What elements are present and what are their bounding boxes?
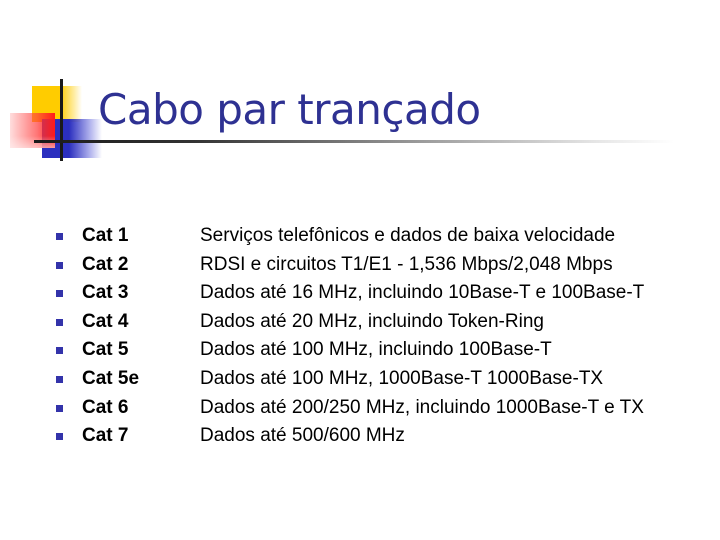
category-label: Cat 3: [82, 282, 129, 304]
list-item: Cat 5e Dados até 100 MHz, 1000Base-T 100…: [0, 365, 720, 394]
square-bullet-icon: [56, 375, 63, 383]
list-item: Cat 6 Dados até 200/250 MHz, incluindo 1…: [0, 394, 720, 423]
category-description: Dados até 200/250 MHz, incluindo 1000Bas…: [200, 396, 644, 418]
square-bullet-icon: [56, 233, 63, 240]
vertical-line-decoration: [60, 79, 63, 161]
list-item: Cat 5 Dados até 100 MHz, incluindo 100Ba…: [0, 336, 720, 365]
cable-category-list: Cat 1 Serviços telefônicos e dados de ba…: [0, 222, 720, 451]
title-underline-divider: [34, 140, 674, 143]
category-description: Dados até 20 MHz, incluindo Token-Ring: [200, 310, 544, 332]
category-label: Cat 4: [82, 310, 129, 332]
square-bullet-icon: [56, 290, 63, 298]
category-description: Serviços telefônicos e dados de baixa ve…: [200, 225, 616, 246]
category-description: Dados até 500/600 MHz: [200, 425, 405, 447]
category-description: Dados até 100 MHz, 1000Base-T 1000Base-T…: [200, 367, 604, 389]
category-label: Cat 5e: [82, 367, 140, 389]
list-item: Cat 7 Dados até 500/600 MHz: [0, 422, 720, 451]
square-bullet-icon: [56, 404, 63, 412]
category-description: RDSI e circuitos T1/E1 - 1,536 Mbps/2,04…: [200, 253, 613, 275]
list-item: Cat 4 Dados até 20 MHz, incluindo Token-…: [0, 308, 720, 337]
slide-title: Cabo par trançado: [98, 85, 481, 134]
category-description: Dados até 100 MHz, incluindo 100Base-T: [200, 339, 552, 361]
category-label: Cat 6: [82, 396, 129, 418]
category-description: Dados até 16 MHz, incluindo 10Base-T e 1…: [200, 282, 645, 304]
list-item: Cat 3 Dados até 16 MHz, incluindo 10Base…: [0, 279, 720, 308]
category-label: Cat 7: [82, 425, 129, 447]
category-label: Cat 2: [82, 253, 129, 275]
square-bullet-icon: [56, 433, 63, 441]
category-label: Cat 1: [82, 225, 129, 246]
square-bullet-icon: [56, 347, 63, 355]
square-bullet-icon: [56, 261, 63, 269]
list-item: Cat 1 Serviços telefônicos e dados de ba…: [0, 222, 720, 251]
category-label: Cat 5: [82, 339, 129, 361]
square-bullet-icon: [56, 318, 63, 326]
list-item: Cat 2 RDSI e circuitos T1/E1 - 1,536 Mbp…: [0, 251, 720, 280]
